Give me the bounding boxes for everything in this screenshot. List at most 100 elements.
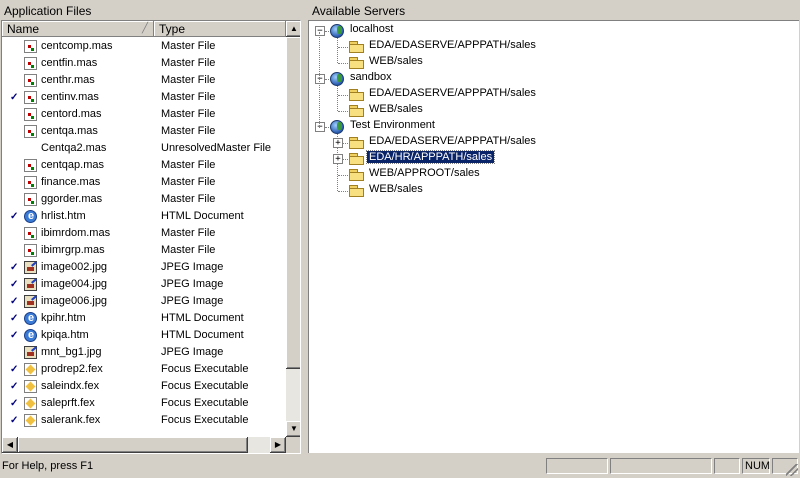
pane-splitter[interactable]	[302, 0, 306, 455]
horizontal-scroll-thumb[interactable]	[18, 437, 248, 453]
tree-connector	[319, 32, 320, 128]
html-document-icon	[24, 310, 37, 327]
file-name: finance.mas	[41, 176, 101, 188]
file-row[interactable]: finance.mas Master File	[2, 174, 286, 191]
file-row[interactable]: centqa.mas Master File	[2, 123, 286, 140]
horizontal-scrollbar[interactable]: ◀ ▶	[2, 437, 286, 453]
file-name: centqa.mas	[41, 125, 98, 137]
file-row[interactable]: ✓ image006.jpg JPEG Image	[2, 293, 286, 310]
file-row[interactable]: ✓ kpiqa.htm HTML Document	[2, 327, 286, 344]
collapse-expander[interactable]: −	[315, 74, 325, 84]
scroll-up-button[interactable]: ▲	[286, 21, 300, 37]
file-row[interactable]: ibimrgrp.mas Master File	[2, 242, 286, 259]
scroll-left-button[interactable]: ◀	[2, 437, 18, 453]
folder-label[interactable]: WEB/sales	[367, 183, 425, 195]
file-row[interactable]: ✓ kpihr.htm HTML Document	[2, 310, 286, 327]
file-type: Focus Executable	[161, 380, 249, 392]
checkmark-icon[interactable]: ✓	[10, 395, 18, 412]
file-type: Master File	[161, 125, 216, 137]
checkmark-icon[interactable]: ✓	[10, 208, 18, 225]
master-file-icon	[24, 159, 37, 172]
file-row[interactable]: ✓ prodrep2.fex Focus Executable	[2, 361, 286, 378]
server-name[interactable]: sandbox	[348, 71, 394, 83]
available-servers-tree[interactable]: − localhost EDA/EDASERVE/APPPATH/sales WEB/…	[308, 20, 799, 453]
file-row[interactable]: ✓ saleindx.fex Focus Executable	[2, 378, 286, 395]
checkmark-icon[interactable]: ✓	[10, 259, 18, 276]
file-name: ggorder.mas	[41, 193, 103, 205]
file-row[interactable]: ✓ image004.jpg JPEG Image	[2, 276, 286, 293]
file-name: centhr.mas	[41, 74, 95, 86]
file-type: HTML Document	[161, 210, 244, 222]
checkmark-icon[interactable]: ✓	[10, 327, 18, 344]
vertical-scrollbar[interactable]: ▲ ▼	[286, 21, 300, 437]
scroll-down-button[interactable]: ▼	[286, 421, 300, 437]
file-row[interactable]: ✓ hrlist.htm HTML Document	[2, 208, 286, 225]
tree-connector	[338, 95, 348, 96]
file-type: Master File	[161, 159, 216, 171]
file-row[interactable]: ✓ salerank.fex Focus Executable	[2, 412, 286, 429]
folder-label[interactable]: WEB/sales	[367, 103, 425, 115]
file-row[interactable]: ✓ centinv.mas Master File	[2, 89, 286, 106]
file-type: JPEG Image	[161, 346, 224, 358]
file-row[interactable]: centhr.mas Master File	[2, 72, 286, 89]
expand-expander[interactable]: +	[333, 138, 343, 148]
checkmark-icon[interactable]: ✓	[10, 276, 18, 293]
file-name: mnt_bg1.jpg	[41, 346, 102, 358]
file-type: JPEG Image	[161, 261, 224, 273]
master-file-icon	[24, 176, 37, 189]
status-panel-num: NUM	[742, 458, 770, 474]
file-row[interactable]: ✓ image002.jpg JPEG Image	[2, 259, 286, 276]
file-type: Master File	[161, 193, 216, 205]
focus-executable-icon	[24, 414, 37, 427]
folder-label[interactable]: WEB/sales	[367, 55, 425, 67]
column-header-name[interactable]: Name ╱	[2, 21, 154, 37]
file-name: image006.jpg	[41, 295, 108, 307]
file-row[interactable]: centord.mas Master File	[2, 106, 286, 123]
file-row[interactable]: mnt_bg1.jpg JPEG Image	[2, 344, 286, 361]
vertical-scroll-thumb[interactable]	[286, 37, 300, 369]
file-name: image004.jpg	[41, 278, 108, 290]
collapse-expander[interactable]: −	[315, 26, 325, 36]
scroll-right-button[interactable]: ▶	[270, 437, 286, 453]
folder-label[interactable]: EDA/HR/APPPATH/sales	[365, 150, 496, 164]
file-row[interactable]: Centqa2.mas UnresolvedMaster File	[2, 140, 286, 157]
file-type: HTML Document	[161, 312, 244, 324]
folder-label[interactable]: WEB/APPROOT/sales	[367, 167, 482, 179]
file-type: Master File	[161, 227, 216, 239]
file-type: UnresolvedMaster File	[161, 142, 272, 154]
checkmark-icon[interactable]: ✓	[10, 361, 18, 378]
checkmark-icon[interactable]: ✓	[10, 310, 18, 327]
file-name: centord.mas	[41, 108, 102, 120]
file-row[interactable]: centfin.mas Master File	[2, 55, 286, 72]
column-header-type[interactable]: Type	[154, 21, 286, 37]
file-type: Master File	[161, 74, 216, 86]
server-name[interactable]: localhost	[348, 23, 395, 35]
jpeg-image-icon	[24, 278, 37, 291]
expand-expander[interactable]: +	[333, 154, 343, 164]
folder-label[interactable]: EDA/EDASERVE/APPPATH/sales	[367, 87, 538, 99]
checkmark-icon[interactable]: ✓	[10, 293, 18, 310]
tree-connector	[337, 86, 338, 111]
application-files-list[interactable]: Name ╱ Type centcomp.mas Master File centf…	[1, 20, 301, 454]
folder-label[interactable]: EDA/EDASERVE/APPPATH/sales	[367, 135, 538, 147]
file-row[interactable]: centqap.mas Master File	[2, 157, 286, 174]
checkmark-icon[interactable]: ✓	[10, 89, 18, 106]
sort-arrow-icon: ╱	[141, 23, 148, 34]
folder-icon	[349, 57, 365, 69]
file-rows: centcomp.mas Master File centfin.mas Master…	[2, 38, 286, 438]
file-row[interactable]: centcomp.mas Master File	[2, 38, 286, 55]
status-panel-2	[610, 458, 712, 474]
checkmark-icon[interactable]: ✓	[10, 412, 18, 429]
collapse-expander[interactable]: −	[315, 122, 325, 132]
folder-icon	[349, 105, 365, 117]
folder-icon	[349, 137, 365, 149]
file-row[interactable]: ✓ saleprft.fex Focus Executable	[2, 395, 286, 412]
file-row[interactable]: ibimrdom.mas Master File	[2, 225, 286, 242]
jpeg-image-icon	[24, 295, 37, 308]
file-row[interactable]: ggorder.mas Master File	[2, 191, 286, 208]
folder-label[interactable]: EDA/EDASERVE/APPPATH/sales	[367, 39, 538, 51]
checkmark-icon[interactable]: ✓	[10, 378, 18, 395]
file-name: prodrep2.fex	[41, 363, 103, 375]
resize-grip-icon[interactable]	[786, 464, 798, 476]
server-name[interactable]: Test Environment	[348, 119, 437, 131]
